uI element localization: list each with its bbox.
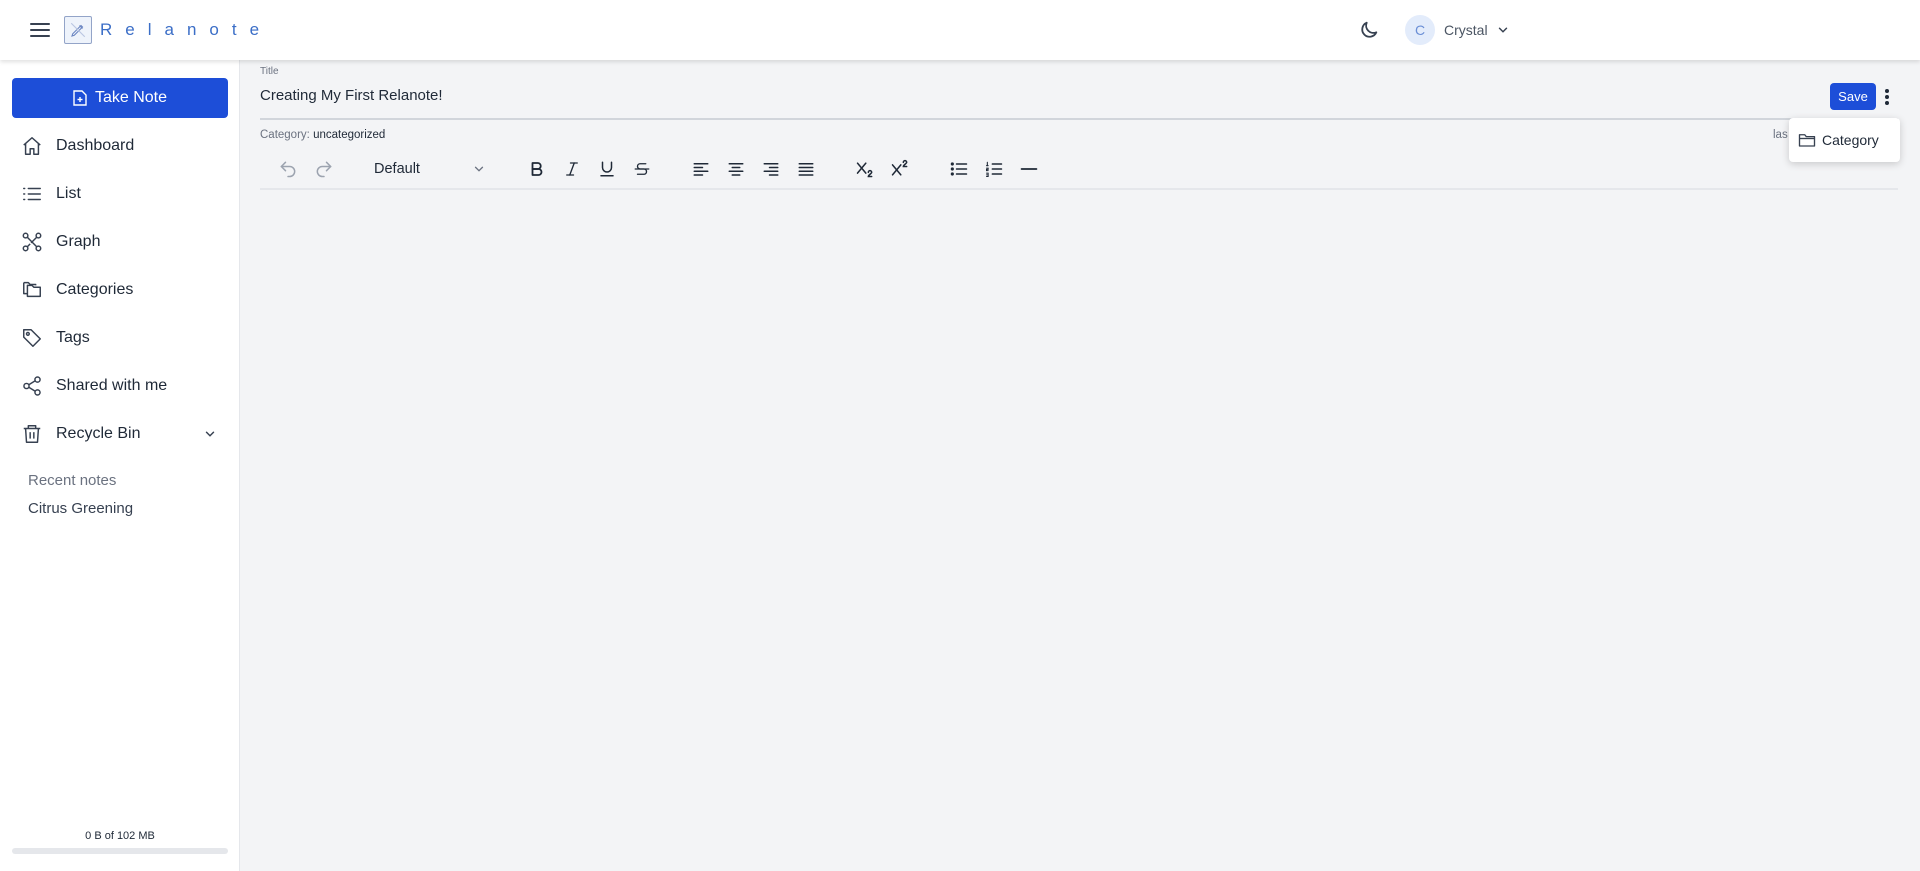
app-name: Relanote xyxy=(100,20,273,39)
sidebar-item-label: Categories xyxy=(56,281,134,298)
title-underline xyxy=(260,118,1898,120)
bullet-list-icon[interactable] xyxy=(946,156,972,182)
sidebar-item-dashboard[interactable]: Dashboard xyxy=(0,122,240,170)
redo-icon[interactable] xyxy=(311,156,337,182)
sidebar-nav: Dashboard List Graph Categories Tags Sha… xyxy=(0,122,240,458)
block-format-value: Default xyxy=(374,161,420,177)
underline-icon[interactable] xyxy=(594,156,620,182)
subscript-icon[interactable] xyxy=(852,156,878,182)
align-center-icon[interactable] xyxy=(723,156,749,182)
moon-icon[interactable] xyxy=(1358,19,1380,41)
folder-icon xyxy=(1798,134,1816,147)
horizontal-rule-icon[interactable] xyxy=(1016,156,1042,182)
editor-toolbar: Default xyxy=(260,148,1898,190)
user-name: Crystal xyxy=(1444,22,1488,38)
sidebar-item-label: Dashboard xyxy=(56,137,135,154)
share-icon xyxy=(20,374,44,398)
avatar: C xyxy=(1405,15,1435,45)
block-format-select[interactable]: Default xyxy=(364,156,490,182)
recent-notes-heading: Recent notes xyxy=(28,472,117,489)
list-icon xyxy=(20,182,44,206)
chevron-down-icon xyxy=(474,166,484,172)
new-note-icon xyxy=(73,90,87,106)
more-options-icon[interactable] xyxy=(1880,84,1894,110)
sidebar-item-label: Shared with me xyxy=(56,377,168,394)
note-editor-content[interactable] xyxy=(260,194,1898,854)
undo-icon[interactable] xyxy=(275,156,301,182)
sidebar-item-shared[interactable]: Shared with me xyxy=(0,362,240,410)
sidebar-item-graph[interactable]: Graph xyxy=(0,218,240,266)
menu-item-label: Category xyxy=(1822,132,1879,148)
align-justify-icon[interactable] xyxy=(793,156,819,182)
app-logo[interactable]: Relanote xyxy=(64,16,272,44)
tag-icon xyxy=(20,326,44,350)
superscript-icon[interactable] xyxy=(887,156,913,182)
save-button[interactable]: Save xyxy=(1830,83,1876,110)
hamburger-menu-icon[interactable] xyxy=(28,18,52,42)
sidebar-item-categories[interactable]: Categories xyxy=(0,266,240,314)
user-menu[interactable]: C Crystal xyxy=(1405,15,1510,45)
bold-icon[interactable] xyxy=(524,156,550,182)
italic-icon[interactable] xyxy=(559,156,585,182)
category-label: Category: xyxy=(260,129,310,141)
sidebar-item-tags[interactable]: Tags xyxy=(0,314,240,362)
chevron-down-icon xyxy=(1498,27,1507,33)
take-note-label: Take Note xyxy=(94,89,168,106)
category-info: Category: uncategorized xyxy=(260,129,385,141)
sidebar-item-recycle-bin[interactable]: Recycle Bin xyxy=(0,410,240,458)
recent-note-item[interactable]: Citrus Greening xyxy=(28,500,133,517)
sidebar-item-label: Graph xyxy=(56,233,101,250)
storage-usage-text: 0 B of 102 MB xyxy=(85,830,155,842)
options-menu-item-category[interactable]: Category xyxy=(1789,118,1900,162)
numbered-list-icon[interactable] xyxy=(981,156,1007,182)
sidebar-item-label: Recycle Bin xyxy=(56,425,141,442)
folders-icon xyxy=(20,278,44,302)
trash-icon xyxy=(20,422,44,446)
title-label: Title xyxy=(260,66,279,77)
align-left-icon[interactable] xyxy=(688,156,714,182)
app-header: Relanote C Crystal xyxy=(0,0,1920,60)
home-icon xyxy=(20,134,44,158)
storage-progress-bar xyxy=(12,848,228,854)
pencil-logo-icon xyxy=(64,16,92,44)
sidebar-item-label: List xyxy=(56,185,81,202)
align-right-icon[interactable] xyxy=(758,156,784,182)
title-input[interactable] xyxy=(258,82,1818,108)
graph-icon xyxy=(20,230,44,254)
category-value: uncategorized xyxy=(313,129,386,141)
sidebar: Take Note Dashboard List Graph Categorie… xyxy=(0,60,240,871)
sidebar-item-label: Tags xyxy=(56,329,90,346)
sidebar-item-list[interactable]: List xyxy=(0,170,240,218)
chevron-down-icon[interactable] xyxy=(203,427,217,441)
strikethrough-icon[interactable] xyxy=(629,156,655,182)
take-note-button[interactable]: Take Note xyxy=(12,78,228,118)
